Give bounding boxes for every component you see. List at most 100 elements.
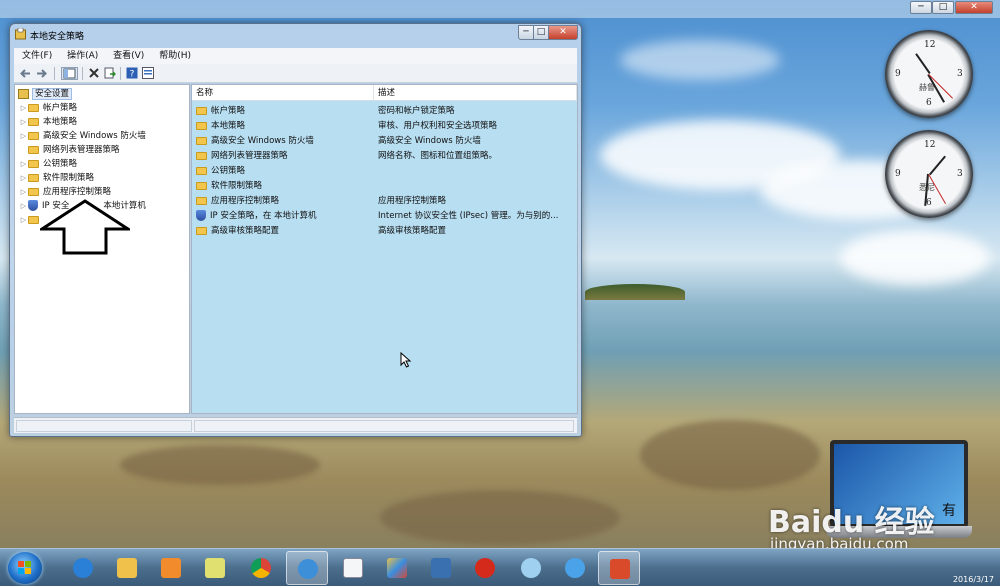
row-name: IP 安全策略，在 本地计算机 [210,211,317,221]
taskbar-local-security-policy[interactable] [598,551,640,585]
cloud [620,40,780,80]
taskbar-app[interactable] [194,551,236,585]
help-button[interactable]: ? [125,67,138,80]
forward-button[interactable] [35,67,48,80]
list-row[interactable]: 高级审核策略配置 高级审核策略配置 [192,224,577,239]
expand-arrow-icon[interactable]: ▷ [19,213,28,227]
clock-number: 6 [926,198,932,208]
watermark-laptop-text: 有 [942,503,956,519]
properties-button[interactable] [141,67,154,80]
list-row[interactable]: 公钥策略 [192,164,577,179]
taskbar-media-player[interactable] [150,551,192,585]
security-settings-icon [18,88,29,99]
menu-action[interactable]: 操作(A) [67,48,98,64]
reef-rock [120,445,320,485]
taskbar-chrome[interactable] [240,551,282,585]
menu-file[interactable]: 文件(F) [22,48,52,64]
expand-arrow-icon[interactable]: ▷ [19,185,28,199]
file-explorer-icon [117,558,137,578]
svg-text:?: ? [129,70,134,80]
clock-hour-hand [915,53,931,74]
list-row[interactable]: 应用程序控制策略 应用程序控制策略 [192,194,577,209]
list-row[interactable]: 高级安全 Windows 防火墙 高级安全 Windows 防火墙 [192,134,577,149]
row-name: 本地策略 [211,121,246,131]
reef-rock [380,490,620,545]
taskbar-internet-explorer[interactable] [62,551,104,585]
back-button[interactable] [19,67,32,80]
clock-number: 3 [957,69,963,79]
tree-item-account-policies[interactable]: ▷ 帐户策略 [19,101,77,115]
expand-arrow-icon[interactable]: ▷ [19,129,28,143]
export-list-button[interactable] [103,67,116,80]
list-row[interactable]: IP 安全策略，在 本地计算机 Internet 协议安全性 (IPsec) 管… [192,209,577,224]
folder-icon [196,151,207,160]
reef-rock [640,420,820,490]
tree-item-application-control[interactable]: ▷ 应用程序控制策略 [19,185,111,199]
chrome-icon [251,558,271,578]
tree-item-label: 帐户策略 [43,103,78,113]
taskbar-file-explorer[interactable] [106,551,148,585]
list-row[interactable]: 帐户策略 密码和帐户锁定策略 [192,104,577,119]
menu-bar: 文件(F) 操作(A) 查看(V) 帮助(H) [14,48,577,64]
clock-number: 9 [895,69,901,79]
taskbar-network[interactable] [554,551,596,585]
column-header-name[interactable]: 名称 [192,85,374,101]
start-button[interactable] [8,552,42,584]
expand-arrow-icon[interactable]: ▷ [19,157,28,171]
clock-number: 12 [924,40,936,50]
column-header-description[interactable]: 描述 [374,85,577,101]
folder-icon [196,136,207,145]
tree-item-windows-firewall[interactable]: ▷ 高级安全 Windows 防火墙 [19,129,146,143]
taskbar-document[interactable] [332,551,374,585]
close-button[interactable]: ✕ [548,25,578,40]
folder-icon [28,131,39,140]
console-tree-icon [63,68,76,79]
list-row[interactable]: 本地策略 审核、用户权利和安全选项策略 [192,119,577,134]
details-list: 名称 描述 帐户策略 密码和帐户锁定策略 本地策略 审核、用户权利和安全选项策略… [191,84,578,414]
close-button[interactable]: ✕ [955,1,993,14]
tree-item-label: 软件限制策略 [43,173,95,183]
tree-item-software-restriction[interactable]: ▷ 软件限制策略 [19,171,94,185]
title-bar[interactable]: 本地安全策略 ─ □ ✕ [10,24,581,46]
row-description: Internet 协议安全性 (IPsec) 管理。为与别的... [378,211,559,221]
minimize-button[interactable]: ─ [910,1,932,14]
folder-icon [28,187,39,196]
delete-button[interactable] [87,67,100,80]
minimize-button[interactable]: ─ [518,25,534,40]
document-icon [343,558,363,578]
folder-lock-icon [196,121,207,130]
clock-number: 9 [895,169,901,179]
tree-root-security-settings[interactable]: 安全设置 [18,87,73,101]
expand-arrow-icon[interactable]: ▷ [19,115,28,129]
properties-icon [141,67,154,79]
taskbar-game[interactable] [510,551,552,585]
show-hide-console-tree-button[interactable] [61,67,78,80]
expand-arrow-icon[interactable]: ▷ [19,171,28,185]
menu-help[interactable]: 帮助(H) [159,48,191,64]
tree-item-local-policies[interactable]: ▷ 本地策略 [19,115,77,129]
list-row[interactable]: 网络列表管理器策略 网络名称、图标和位置组策略。 [192,149,577,164]
row-name: 高级安全 Windows 防火墙 [211,136,314,146]
menu-view[interactable]: 查看(V) [113,48,144,64]
row-description: 密码和帐户锁定策略 [378,106,455,116]
taskbar-remote-desktop[interactable] [420,551,462,585]
maximize-button[interactable]: □ [533,25,549,40]
taskbar-paint[interactable] [376,551,418,585]
paint-icon [387,558,407,578]
toolbar-separator [82,67,83,80]
list-row[interactable]: 软件限制策略 [192,179,577,194]
taskbar-chess[interactable] [464,551,506,585]
maximize-button[interactable]: □ [932,1,954,14]
expand-arrow-icon[interactable]: ▷ [19,101,28,115]
expand-arrow-icon[interactable]: ▷ [19,199,28,213]
tree-item-network-list-manager[interactable]: 网络列表管理器策略 [19,143,120,157]
tree-item-public-key-policies[interactable]: ▷ 公钥策略 [19,157,77,171]
desktop-clock-gadget[interactable]: 12 3 6 9 悉尼 [885,130,973,218]
tree-item-label: 网络列表管理器策略 [43,145,120,155]
internet-explorer-icon [73,558,93,578]
folder-lock-icon [28,117,39,126]
arrow-left-icon [20,69,30,78]
ip-security-shield-icon [28,200,38,211]
desktop-clock-gadget[interactable]: 12 3 6 9 赫鲁 [885,30,973,118]
taskbar-browser[interactable] [286,551,328,585]
